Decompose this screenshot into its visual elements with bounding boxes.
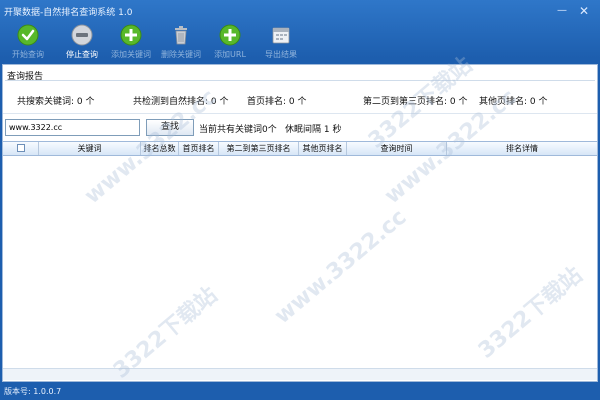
plus-icon: [120, 24, 142, 46]
minimize-button[interactable]: —: [555, 4, 569, 18]
stat-total-keywords: 共搜索关键词: 0 个: [17, 97, 95, 107]
stat-other-pages: 其他页排名: 0 个: [479, 97, 548, 107]
trash-icon: [175, 26, 187, 45]
start-query-button[interactable]: 开始查询: [4, 24, 52, 62]
close-button[interactable]: ✕: [577, 4, 591, 18]
add-keyword-button[interactable]: 添加关键词: [107, 24, 155, 62]
col-rank-details[interactable]: 排名详情: [447, 142, 597, 155]
col-keyword[interactable]: 关键词: [39, 142, 141, 155]
keyword-count-text: 当前共有关键词0个: [199, 125, 277, 135]
stop-query-label: 停止查询: [66, 50, 98, 59]
results-table-body[interactable]: [3, 157, 597, 367]
col-first-page[interactable]: 首页排名: [179, 142, 219, 155]
stat-natural-rankings: 共检测到自然排名: 0 个: [133, 97, 229, 107]
start-query-label: 开始查询: [12, 50, 44, 59]
col-other-pages[interactable]: 其他页排名: [299, 142, 347, 155]
col-query-time[interactable]: 查询时间: [347, 142, 447, 155]
status-bar: 版本号: 1.0.0.7: [0, 382, 600, 400]
col-rank-total[interactable]: 排名总数: [141, 142, 179, 155]
version-label: 版本号: 1.0.0.7: [4, 387, 62, 396]
col-page-two-three[interactable]: 第二到第三页排名: [219, 142, 299, 155]
export-results-button[interactable]: 导出结果: [257, 24, 305, 62]
select-all-checkbox[interactable]: [16, 143, 25, 152]
stop-icon: [71, 24, 93, 46]
search-input[interactable]: [5, 119, 140, 136]
title-bar: 开聚数据-自然排名查询系统 1.0 — ✕: [0, 0, 600, 22]
delete-keyword-button[interactable]: 删除关键词: [157, 24, 205, 62]
find-button[interactable]: 查找: [146, 119, 194, 136]
plus-icon: [219, 24, 241, 46]
add-url-label: 添加URL: [214, 50, 246, 59]
table-header: 关键词 排名总数 首页排名 第二到第三页排名 其他页排名 查询时间 排名详情: [3, 141, 597, 156]
search-row: 查找 当前共有关键词0个 休眠间隔 1 秒: [3, 119, 597, 137]
section-divider: [3, 113, 597, 114]
add-keyword-label: 添加关键词: [111, 50, 151, 59]
report-divider: [5, 80, 595, 81]
delete-keyword-label: 删除关键词: [161, 50, 201, 59]
stop-query-button[interactable]: 停止查询: [58, 24, 106, 62]
stat-first-page: 首页排名: 0 个: [247, 97, 307, 107]
sleep-interval-text: 休眠间隔 1 秒: [285, 125, 342, 135]
stat-page-two-three: 第二页到第三页排名: 0 个: [363, 97, 468, 107]
main-panel: 查询报告 共搜索关键词: 0 个 共检测到自然排名: 0 个 首页排名: 0 个…: [2, 64, 598, 382]
app-window: 开聚数据-自然排名查询系统 1.0 — ✕ 开始查询 停止查询 添加关键词 删除…: [0, 0, 600, 400]
window-title: 开聚数据-自然排名查询系统 1.0: [4, 8, 133, 18]
calendar-icon: [272, 27, 290, 44]
add-url-button[interactable]: 添加URL: [206, 24, 254, 62]
toolbar: 开始查询 停止查询 添加关键词 删除关键词 添加URL 导出结果: [0, 22, 600, 62]
check-icon: [17, 24, 39, 46]
export-results-label: 导出结果: [265, 50, 297, 59]
select-all-cell[interactable]: [3, 142, 39, 155]
horizontal-scrollbar[interactable]: [3, 368, 597, 380]
